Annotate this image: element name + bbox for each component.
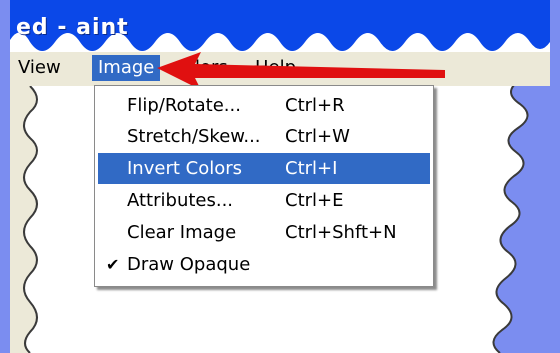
menu-item-attributes[interactable]: Attributes... Ctrl+E [98, 185, 430, 216]
image-menu-dropdown: Flip/Rotate... Ctrl+R Stretch/Skew... Ct… [94, 85, 434, 287]
checkmark-icon: ✔ [106, 255, 120, 274]
menu-item-draw-opaque[interactable]: ✔ Draw Opaque [98, 249, 430, 280]
menu-item-shortcut: Ctrl+I [285, 158, 338, 179]
menu-item-label: Attributes... [127, 190, 234, 211]
menu-item-shortcut: Ctrl+E [285, 190, 344, 211]
menu-item-invert-colors[interactable]: Invert Colors Ctrl+I [98, 153, 430, 184]
menu-item-shortcut: Ctrl+Shft+N [285, 222, 397, 243]
menu-item-shortcut: Ctrl+W [285, 126, 350, 147]
menu-item-label: Flip/Rotate... [127, 95, 241, 116]
menu-item-label: Draw Opaque [127, 254, 251, 275]
menu-item-label: Invert Colors [127, 158, 242, 179]
menu-item-label: Stretch/Skew... [127, 126, 261, 147]
menu-view[interactable]: View [12, 55, 67, 81]
menu-item-stretch-skew[interactable]: Stretch/Skew... Ctrl+W [98, 121, 430, 152]
menu-item-clear-image[interactable]: Clear Image Ctrl+Shft+N [98, 217, 430, 248]
window-title: ed - aint [16, 15, 129, 40]
menu-image[interactable]: Image [92, 55, 161, 81]
menu-item-label: Clear Image [127, 222, 237, 243]
menu-item-shortcut: Ctrl+R [285, 95, 345, 116]
menu-item-flip-rotate[interactable]: Flip/Rotate... Ctrl+R [98, 90, 430, 121]
